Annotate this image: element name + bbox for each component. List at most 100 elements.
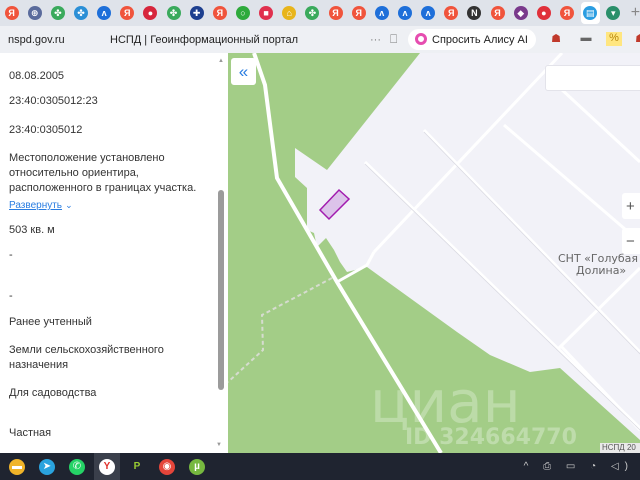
browser-tab[interactable]: ✤ <box>48 2 67 24</box>
map-icon: ▾ <box>606 6 621 20</box>
browser-tab[interactable]: ʌ <box>419 2 438 24</box>
notion-icon: N <box>467 6 482 20</box>
ask-alice-label: Спросить Алису AI <box>432 33 528 46</box>
gosuslugi-icon: ✤ <box>305 6 320 20</box>
watermark-id: ID 324664770 <box>405 425 577 450</box>
taskbar-app[interactable]: Y <box>94 453 120 480</box>
yandex-icon: Я <box>351 6 366 20</box>
browser-tab[interactable]: Я <box>326 2 345 24</box>
taskbar-app[interactable]: ✆ <box>64 453 90 480</box>
yandex-icon: Я <box>559 6 574 20</box>
tab-strip: Я ⊕ ✤ ✤ ʌ Я ● ✤ ✚ Я ○ ■ ⌂ ✤ Я Яʌ ʌ ʌ Я N Я ◆ ● Я ▤ ▾ + <box>0 0 640 26</box>
browser-tab[interactable]: ✤ <box>303 2 322 24</box>
taskbar-app[interactable]: ➤ <box>34 453 60 480</box>
extension-icon[interactable]: ☗ <box>632 32 640 46</box>
file-explorer-icon: ▬ <box>9 458 25 475</box>
browser-tab[interactable]: ◆ <box>511 2 530 24</box>
browser-tab[interactable]: ⌂ <box>280 2 299 24</box>
field-value: - <box>9 290 13 302</box>
zoom-in-button[interactable]: + <box>622 193 640 219</box>
field-quarter: 23:40:0305012 <box>9 124 83 136</box>
taskbar-app[interactable]: P <box>124 453 150 480</box>
chevron-down-icon: ⌄ <box>65 200 73 210</box>
utorrent-icon: µ <box>189 458 205 475</box>
map-search-box[interactable] <box>545 65 640 91</box>
system-tray[interactable]: ^ ⎙ ▭ ◔ ◁) <box>524 461 634 472</box>
more-icon[interactable]: ··· <box>370 34 381 46</box>
gosuslugi-icon: ✤ <box>73 6 88 20</box>
browser-tab[interactable]: ʌ <box>395 2 414 24</box>
address-bar[interactable]: nspd.gov.ru НСПД | Геоинформационный пор… <box>0 26 640 53</box>
extension-icon[interactable]: ▬ <box>578 32 594 46</box>
map-canvas[interactable]: циан ID 324664770 СНТ «Голубая Долина» <box>228 53 640 453</box>
browser-tab[interactable]: Я <box>2 2 21 24</box>
p-app-icon: P <box>133 461 141 472</box>
yandex-icon: Я <box>4 6 19 20</box>
gosuslugi-icon: ✤ <box>50 6 65 20</box>
field-category: Земли сельскохозяйственного назначения <box>9 344 164 371</box>
avito-icon: ʌ <box>97 6 112 20</box>
settlement-label-line2: Долина» <box>576 264 626 277</box>
taskbar-app[interactable]: µ <box>184 453 210 480</box>
ask-alice-button[interactable]: Спросить Алису AI <box>408 29 536 50</box>
scrollbar-thumb[interactable] <box>218 190 224 390</box>
browser-tab[interactable]: ʌ <box>372 2 391 24</box>
cashback-extension-icon[interactable]: % <box>606 32 622 46</box>
field-value: - <box>9 249 13 261</box>
yandex-icon: Я <box>444 6 459 20</box>
object-info-panel: 08.08.2005 23:40:0305012:23 23:40:030501… <box>0 53 228 453</box>
avito-icon: ʌ <box>374 6 389 20</box>
expand-link[interactable]: Развернуть ⌄ <box>9 198 73 213</box>
browser-tab[interactable]: ✤ <box>164 2 183 24</box>
field-status: Ранее учтенный <box>9 316 92 328</box>
avito-icon: ʌ <box>397 6 412 20</box>
browser-tab[interactable]: Я <box>488 2 507 24</box>
alice-icon <box>415 33 427 45</box>
browser-tab[interactable]: ● <box>141 2 160 24</box>
browser-tab[interactable]: Я <box>557 2 576 24</box>
scroll-up-arrow[interactable]: ▲ <box>218 58 224 64</box>
extension-icon[interactable]: ☗ <box>548 32 564 46</box>
browser-tab[interactable]: ✤ <box>71 2 90 24</box>
scroll-down-arrow[interactable]: ▼ <box>216 442 222 448</box>
yandex-icon: Я <box>120 6 135 20</box>
browser-tab[interactable]: ⊕ <box>25 2 44 24</box>
browser-tab[interactable]: ■ <box>257 2 276 24</box>
page-title: НСПД | Геоинформационный портал <box>110 33 299 46</box>
collapse-panel-button[interactable]: « <box>231 58 256 85</box>
field-area: 503 кв. м <box>9 224 55 236</box>
browser-tab[interactable]: N <box>465 2 484 24</box>
browser-tab[interactable]: Я <box>210 2 229 24</box>
whatsapp-icon: ✆ <box>69 458 85 475</box>
chrome-icon: ◉ <box>159 458 175 475</box>
circle-icon: ○ <box>235 6 250 20</box>
taskbar-app[interactable]: ▬ <box>4 453 30 480</box>
avito-icon: ʌ <box>421 6 436 20</box>
taskbar: ▬ ➤ ✆ Y P ◉ µ ^ ⎙ ▭ ◔ ◁) <box>0 453 640 480</box>
map-attribution: НСПД 20 <box>600 443 640 453</box>
hospital-icon: ✚ <box>189 6 204 20</box>
field-ownership: Частная <box>9 427 52 439</box>
bookmark-icon[interactable]: ⎕ <box>390 32 397 47</box>
browser-tab[interactable]: ✚ <box>187 2 206 24</box>
browser-tab[interactable]: ▤ <box>580 2 600 24</box>
telegram-icon: ➤ <box>39 458 55 475</box>
browser-tab[interactable]: ▾ <box>604 2 623 24</box>
field-permitted-use: Для садоводства <box>9 387 97 399</box>
taskbar-app[interactable]: ◉ <box>154 453 180 480</box>
dirt-path <box>228 277 333 383</box>
new-tab-button[interactable]: + <box>631 4 640 22</box>
zoom-out-button[interactable]: − <box>622 228 640 254</box>
yandex-icon: Я <box>328 6 343 20</box>
browser-tab[interactable]: Я <box>442 2 461 24</box>
browser-tab[interactable]: ○ <box>233 2 252 24</box>
home-icon: ⌂ <box>282 6 297 20</box>
browser-tab[interactable]: Я <box>118 2 137 24</box>
map-pin-icon: ● <box>536 6 551 20</box>
field-location: Местоположение установлено относительно … <box>9 152 197 194</box>
flag-icon: ● <box>143 6 158 20</box>
browser-tab[interactable]: ʌ <box>95 2 114 24</box>
browser-tab[interactable]: ● <box>534 2 553 24</box>
browser-tab[interactable]: Я <box>349 2 368 24</box>
url-text[interactable]: nspd.gov.ru <box>8 34 65 46</box>
